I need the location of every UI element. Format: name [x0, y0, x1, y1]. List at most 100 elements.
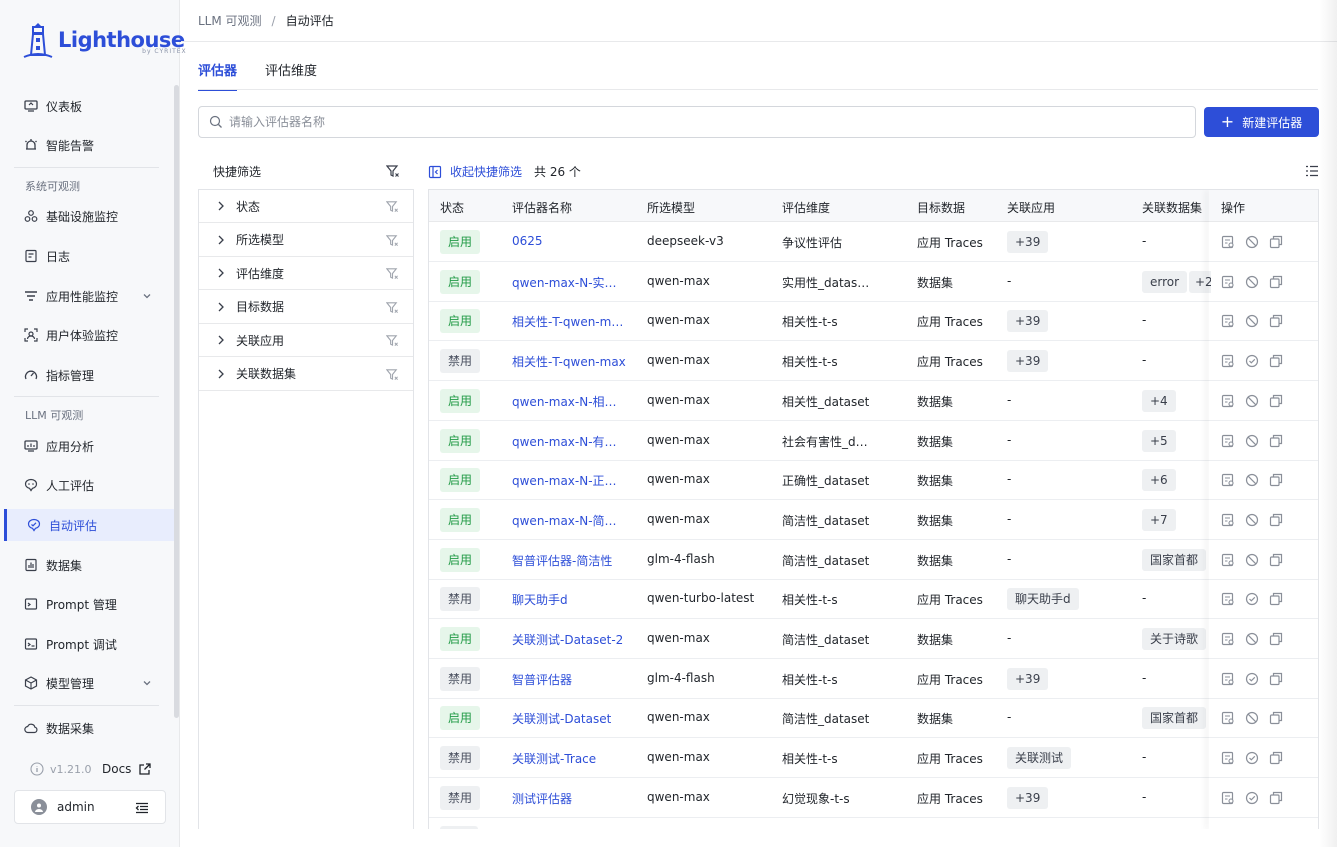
sidebar-item-prompt-debug[interactable]: Prompt 调试: [14, 628, 162, 660]
enable-icon[interactable]: [1245, 791, 1259, 805]
copy-icon[interactable]: [1269, 711, 1283, 725]
enable-icon[interactable]: [1245, 751, 1259, 765]
disable-icon[interactable]: [1245, 394, 1259, 408]
filter-row[interactable]: 关联应用: [199, 324, 413, 357]
view-detail-icon[interactable]: [1221, 473, 1235, 487]
sidebar-item-infra[interactable]: 基础设施监控: [14, 200, 162, 232]
copy-icon[interactable]: [1269, 314, 1283, 328]
disable-icon[interactable]: [1245, 473, 1259, 487]
clear-filter-icon[interactable]: [385, 164, 400, 178]
sidebar-item-collect[interactable]: 数据采集: [14, 712, 162, 744]
sidebar-item-dataset[interactable]: 数据集: [14, 549, 162, 581]
copy-icon[interactable]: [1269, 394, 1283, 408]
view-detail-icon[interactable]: [1221, 711, 1235, 725]
view-detail-icon[interactable]: [1221, 434, 1235, 448]
sidebar-item-dashboard[interactable]: 仪表板: [14, 90, 162, 122]
copy-icon[interactable]: [1269, 235, 1283, 249]
copy-icon[interactable]: [1269, 275, 1283, 289]
copy-icon[interactable]: [1269, 791, 1283, 805]
dataset-tag[interactable]: error: [1142, 270, 1188, 293]
app-tag[interactable]: 关联测试: [1007, 747, 1072, 770]
dataset-tag[interactable]: +6: [1142, 469, 1176, 492]
sidebar-item-prompt-manage[interactable]: Prompt 管理: [14, 588, 162, 620]
sidebar-item-manual-eval[interactable]: 人工评估: [14, 469, 162, 501]
evaluator-name-link[interactable]: 相关性-T-qwen-max: [512, 353, 626, 370]
sidebar-item-log[interactable]: 日志: [14, 240, 162, 272]
disable-icon[interactable]: [1245, 711, 1259, 725]
docs-link[interactable]: Docs: [102, 762, 152, 776]
view-detail-icon[interactable]: [1221, 275, 1235, 289]
view-detail-icon[interactable]: [1221, 791, 1235, 805]
logo[interactable]: Lighthouse by CYRITEX: [22, 20, 186, 60]
copy-icon[interactable]: [1269, 672, 1283, 686]
copy-icon[interactable]: [1269, 553, 1283, 567]
copy-icon[interactable]: [1269, 513, 1283, 527]
evaluator-name-link[interactable]: 相关性-T-qwen-m…: [512, 313, 623, 330]
evaluator-name-link[interactable]: qwen-max-N-相…: [512, 393, 617, 410]
evaluator-name-link[interactable]: 关联测试-Trace: [512, 750, 596, 767]
filter-row[interactable]: 评估维度: [199, 257, 413, 290]
view-detail-icon[interactable]: [1221, 394, 1235, 408]
tab-evaluator[interactable]: 评估器: [198, 60, 238, 91]
sidebar-item-apm[interactable]: 应用性能监控: [14, 280, 162, 312]
view-detail-icon[interactable]: [1221, 632, 1235, 646]
copy-icon[interactable]: [1269, 473, 1283, 487]
app-tag[interactable]: +39: [1007, 786, 1049, 809]
enable-icon[interactable]: [1245, 592, 1259, 606]
sidebar-item-metrics[interactable]: 指标管理: [14, 359, 162, 391]
chevron-down-icon[interactable]: [140, 289, 154, 303]
view-detail-icon[interactable]: [1221, 513, 1235, 527]
filter-row[interactable]: 关联数据集: [199, 358, 413, 391]
sidebar-item-app-analysis[interactable]: 应用分析: [14, 430, 162, 462]
evaluator-name-link[interactable]: 关联测试-Dataset: [512, 710, 611, 727]
view-detail-icon[interactable]: [1221, 751, 1235, 765]
copy-icon[interactable]: [1269, 354, 1283, 368]
chevron-down-icon[interactable]: [140, 676, 154, 690]
disable-icon[interactable]: [1245, 632, 1259, 646]
evaluator-name-link[interactable]: 智普评估器-简洁性: [512, 552, 612, 569]
clear-filter-icon[interactable]: [385, 267, 399, 280]
dataset-tag[interactable]: +4: [1142, 389, 1176, 412]
sidebar-item-auto-eval[interactable]: 自动评估: [4, 509, 174, 541]
view-detail-icon[interactable]: [1221, 314, 1235, 328]
dataset-tag[interactable]: 关于诗歌: [1142, 628, 1207, 650]
evaluator-name-link[interactable]: qwen-max-N-有…: [512, 433, 617, 450]
dataset-tag[interactable]: +5: [1142, 429, 1176, 452]
evaluator-name-link[interactable]: 测试评估器: [512, 790, 572, 807]
evaluator-name-link[interactable]: qwen-max-N-正…: [512, 472, 617, 489]
filter-row[interactable]: 状态: [199, 190, 413, 223]
enable-icon[interactable]: [1245, 354, 1259, 368]
sidebar-item-model[interactable]: 模型管理: [14, 667, 162, 699]
sidebar-scrollbar[interactable]: [174, 85, 179, 718]
app-tag[interactable]: 聊天助手d: [1007, 588, 1079, 611]
collapse-menu-icon[interactable]: [135, 801, 149, 815]
search-input[interactable]: [229, 115, 1129, 129]
dataset-tag[interactable]: 国家首都: [1142, 707, 1207, 730]
tab-dimension[interactable]: 评估维度: [265, 60, 317, 91]
column-settings-icon[interactable]: [1305, 164, 1319, 178]
sidebar-item-alarm[interactable]: 智能告警: [14, 129, 162, 161]
app-tag[interactable]: +39: [1007, 667, 1049, 690]
app-tag[interactable]: +39: [1007, 350, 1049, 373]
dataset-tag[interactable]: 国家首都: [1142, 548, 1207, 571]
disable-icon[interactable]: [1245, 235, 1259, 249]
enable-icon[interactable]: [1245, 672, 1259, 686]
view-detail-icon[interactable]: [1221, 553, 1235, 567]
filter-row[interactable]: 所选模型: [199, 224, 413, 257]
view-detail-icon[interactable]: [1221, 672, 1235, 686]
collapse-filter-button[interactable]: 收起快捷筛选: [428, 163, 522, 180]
disable-icon[interactable]: [1245, 275, 1259, 289]
disable-icon[interactable]: [1245, 434, 1259, 448]
copy-icon[interactable]: [1269, 751, 1283, 765]
evaluator-name-link[interactable]: 聊天助手d: [512, 591, 568, 608]
filter-row[interactable]: 目标数据: [199, 291, 413, 324]
copy-icon[interactable]: [1269, 434, 1283, 448]
view-detail-icon[interactable]: [1221, 592, 1235, 606]
disable-icon[interactable]: [1245, 513, 1259, 527]
dataset-tag[interactable]: +7: [1142, 508, 1176, 531]
user-box[interactable]: admin: [14, 790, 166, 824]
disable-icon[interactable]: [1245, 553, 1259, 567]
clear-filter-icon[interactable]: [385, 368, 399, 381]
clear-filter-icon[interactable]: [385, 234, 399, 247]
clear-filter-icon[interactable]: [385, 200, 399, 213]
